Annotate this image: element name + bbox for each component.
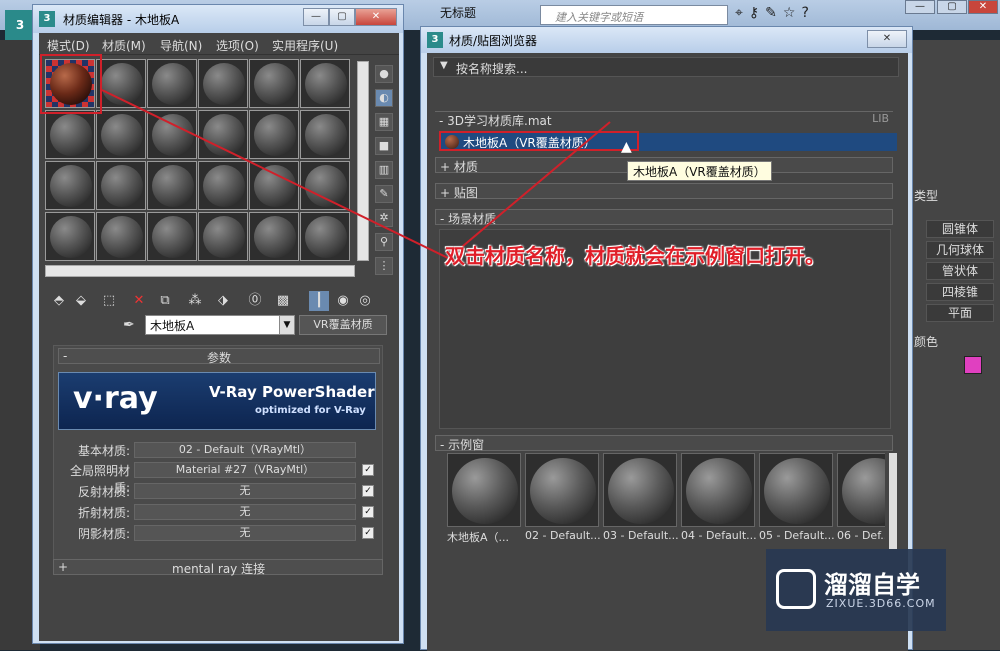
play-logo-icon (776, 569, 816, 609)
watermark-cn: 溜溜自学 (824, 571, 920, 599)
watermark-en: ZIXUE.3D66.COM (826, 597, 936, 610)
annotation-text: 双击材质名称，材质就会在示例窗口打开。 (445, 244, 825, 268)
watermark: 溜溜自学 ZIXUE.3D66.COM (766, 549, 946, 631)
